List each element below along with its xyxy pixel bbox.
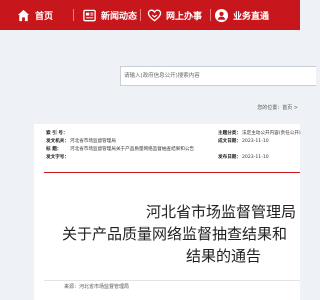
nav-item-news[interactable]: 新闻动态 bbox=[82, 0, 137, 30]
nav-item-home[interactable]: 首页 bbox=[16, 0, 53, 30]
nav-item-business[interactable]: 业务直通 bbox=[214, 0, 269, 30]
meta-category: 主题分类：法定主动公开内容(责任公开) bbox=[218, 131, 301, 137]
document-heading-line-3: 结果的通告 bbox=[186, 247, 262, 265]
document-heading-line-1: 河北省市场监督管理局 bbox=[146, 203, 297, 221]
meta-label: 主题分类： bbox=[218, 131, 241, 136]
nav-item-online-service[interactable]: 网上办事 bbox=[147, 0, 202, 30]
nav-separator bbox=[140, 9, 141, 21]
meta-label: 成文日期： bbox=[218, 139, 241, 144]
nav-item-label: 新闻动态 bbox=[101, 11, 138, 22]
nav-item-label: 首页 bbox=[35, 11, 54, 22]
search-input[interactable] bbox=[124, 67, 304, 85]
news-icon bbox=[83, 9, 96, 21]
meta-value: 河北省市场监督管理局关于产品质量网络监督抽查结果和公告 bbox=[70, 147, 195, 152]
meta-date: 成文日期：2023-11-10 bbox=[218, 139, 269, 145]
user-icon bbox=[214, 8, 229, 22]
meta-label: 发文字号： bbox=[46, 155, 69, 160]
meta-label: 索 引 号： bbox=[46, 131, 68, 136]
meta-title: 标 题： 河北省市场监督管理局关于产品质量网络监督抽查结果和公告 bbox=[46, 147, 194, 153]
meta-label: 发布日期： bbox=[218, 155, 241, 160]
top-navigation-bar: 首页 新闻动态 网上办事 业务直通 bbox=[0, 0, 300, 30]
home-icon bbox=[17, 9, 30, 21]
nav-item-label: 网上办事 bbox=[166, 11, 203, 22]
meta-value: 河北省市场监督管理局 bbox=[70, 139, 116, 144]
heart-hands-icon bbox=[147, 8, 162, 21]
meta-label: 标 题： bbox=[46, 147, 62, 152]
meta-value: 2023-11-10 bbox=[242, 139, 269, 144]
nav-separator bbox=[73, 9, 74, 21]
breadcrumb: 您的位置：首页 > bbox=[257, 105, 298, 111]
meta-label: 发文机关： bbox=[46, 139, 69, 144]
meta-index: 索 引 号： bbox=[46, 131, 70, 137]
meta-divider bbox=[44, 172, 300, 173]
meta-value: 2023-11-10 bbox=[242, 155, 269, 160]
meta-issuer: 发文机关：河北省市场监督管理局 bbox=[46, 139, 116, 145]
nav-item-label: 业务直通 bbox=[233, 11, 270, 22]
source-line: 来源：河北省市场监督管理局 bbox=[44, 280, 300, 292]
document-heading-line-2: 关于产品质量网络监督抽查结果和 bbox=[62, 225, 288, 243]
meta-value: 法定主动公开内容(责任公开) bbox=[242, 131, 301, 136]
meta-publish-date: 发布日期：2023-11-10 bbox=[218, 155, 269, 161]
nav-separator bbox=[210, 9, 211, 21]
meta-doc-number: 发文字号： bbox=[46, 155, 70, 161]
